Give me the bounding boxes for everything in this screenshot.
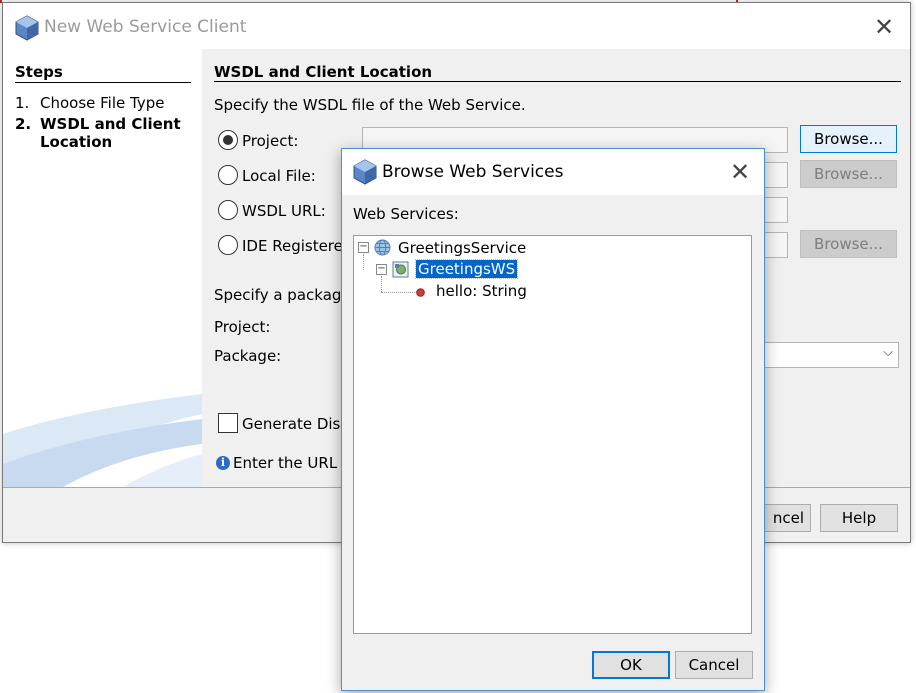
globe-icon [374, 239, 391, 256]
local-file-radio[interactable] [218, 165, 238, 185]
local-file-radio-label: Local File: [242, 167, 316, 185]
tree-connector [381, 292, 415, 293]
step-choose-file-type: 1. Choose File Type [15, 94, 164, 112]
step-label-continued: Location [40, 133, 113, 151]
project-radio-label: Project: [242, 132, 299, 150]
operation-icon [416, 288, 425, 297]
step-label: Choose File Type [40, 94, 165, 112]
generate-dispatch-checkbox[interactable] [218, 413, 238, 433]
title-bar: New Web Service Client ✕ [3, 3, 910, 49]
tree-item-greetingsservice[interactable]: GreetingsService [398, 239, 526, 257]
ide-registered-browse-button[interactable]: Browse... [800, 230, 897, 258]
local-file-field[interactable] [763, 162, 788, 188]
package-label: Package: [214, 347, 282, 365]
steps-panel: Steps 1. Choose File Type 2. WSDL and Clie… [3, 49, 202, 487]
wsdl-url-radio[interactable] [218, 200, 238, 220]
divider [15, 82, 191, 83]
close-icon[interactable]: ✕ [872, 15, 896, 39]
tree-connector [363, 254, 364, 270]
tree-item-greetingsws[interactable]: GreetingsWS [414, 259, 519, 279]
step-label: WSDL and Client [40, 115, 181, 133]
netbeans-icon [353, 159, 377, 185]
wizard-decoration-image [3, 394, 202, 487]
info-icon: i [216, 456, 230, 470]
tree-item-hello-operation[interactable]: hello: String [436, 282, 527, 300]
web-service-icon [392, 261, 409, 278]
wsdl-url-field[interactable] [763, 197, 788, 223]
divider [214, 81, 901, 82]
netbeans-icon [15, 15, 39, 41]
steps-title: Steps [15, 63, 63, 81]
dialog-title: Browse Web Services [382, 162, 564, 182]
info-message: Enter the URL o [233, 454, 352, 472]
content-title: WSDL and Client Location [214, 63, 433, 81]
project-browse-button[interactable]: Browse... [800, 125, 897, 153]
generate-dispatch-label: Generate Disp [242, 415, 350, 433]
collapse-icon[interactable]: − [376, 264, 387, 275]
package-select[interactable]: ⌵ [763, 342, 899, 368]
project-label: Project: [214, 318, 271, 336]
dialog-title: New Web Service Client [44, 17, 247, 37]
local-file-browse-button[interactable]: Browse... [800, 160, 897, 188]
wsdl-instruction: Specify the WSDL file of the Web Service… [214, 96, 526, 114]
cancel-button[interactable]: Cancel [675, 651, 753, 679]
ok-button[interactable]: OK [592, 651, 670, 679]
title-bar: Browse Web Services ✕ [342, 149, 764, 195]
web-services-label: Web Services: [353, 205, 459, 223]
step-number: 2. [15, 115, 32, 133]
collapse-icon[interactable]: − [358, 242, 369, 253]
web-services-tree[interactable]: − GreetingsService − GreetingsWS hello: … [353, 235, 752, 634]
tree-connector [381, 276, 382, 292]
step-wsdl-client-location: 2. WSDL and Client Location [15, 115, 181, 151]
chevron-down-icon: ⌵ [883, 345, 893, 360]
step-number: 1. [15, 94, 30, 112]
ide-registered-radio[interactable] [218, 235, 238, 255]
project-radio[interactable] [218, 130, 238, 150]
close-icon[interactable]: ✕ [728, 160, 752, 184]
browse-web-services-dialog: Browse Web Services ✕ Web Services: − Gr… [341, 148, 765, 691]
ide-registered-field[interactable] [763, 232, 788, 258]
ide-registered-radio-label: IDE Registered [242, 237, 353, 255]
help-button[interactable]: Help [820, 504, 898, 532]
package-prompt: Specify a package [214, 286, 351, 304]
wsdl-url-radio-label: WSDL URL: [242, 202, 326, 220]
